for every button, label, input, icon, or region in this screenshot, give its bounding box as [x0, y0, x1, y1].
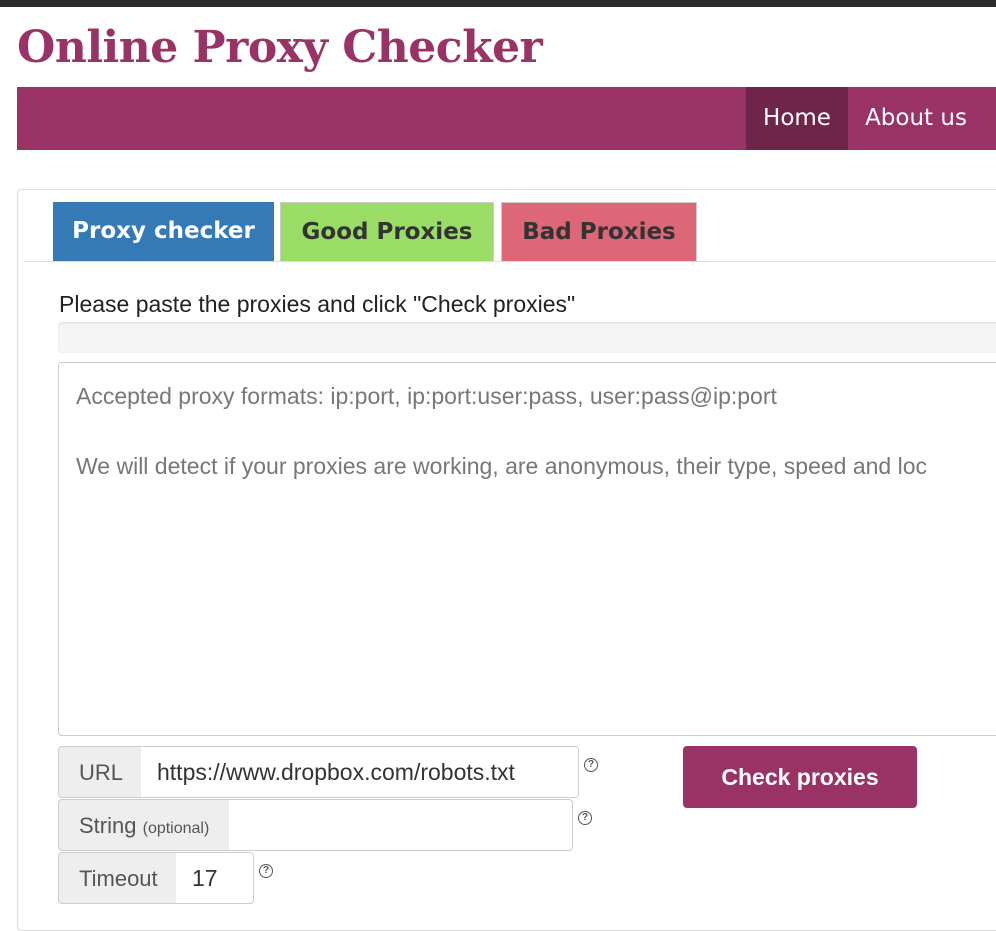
url-label: URL: [58, 746, 142, 798]
timeout-label: Timeout: [58, 852, 177, 904]
navbar: Home About us: [17, 87, 996, 150]
string-optional-text: (optional): [142, 820, 210, 837]
string-help-icon[interactable]: ?: [578, 811, 592, 825]
browser-top-edge: [0, 0, 996, 7]
timeout-help-icon[interactable]: ?: [259, 864, 273, 878]
string-input[interactable]: [229, 799, 573, 851]
timeout-input[interactable]: 17: [176, 852, 254, 904]
placeholder-description: We will detect if your proxies are worki…: [76, 453, 927, 479]
tabs-divider: [24, 261, 996, 262]
string-label: String (optional): [58, 799, 230, 851]
placeholder-formats: Accepted proxy formats: ip:port, ip:port…: [76, 383, 777, 409]
progress-bar: [58, 322, 996, 353]
url-help-icon[interactable]: ?: [584, 758, 598, 772]
instruction-text: Please paste the proxies and click "Chec…: [59, 291, 576, 317]
nav-home[interactable]: Home: [746, 87, 848, 150]
nav-about-us[interactable]: About us: [848, 87, 984, 150]
proxy-list-textarea[interactable]: Accepted proxy formats: ip:port, ip:port…: [58, 362, 996, 736]
tab-bad-proxies[interactable]: Bad Proxies: [501, 202, 697, 261]
tab-good-proxies[interactable]: Good Proxies: [280, 202, 494, 261]
url-input[interactable]: https://www.dropbox.com/robots.txt: [141, 746, 579, 798]
string-label-text: String: [79, 813, 137, 838]
site-title: Online Proxy Checker: [17, 22, 543, 73]
tab-proxy-checker[interactable]: Proxy checker: [53, 202, 274, 261]
check-proxies-button[interactable]: Check proxies: [683, 746, 917, 808]
